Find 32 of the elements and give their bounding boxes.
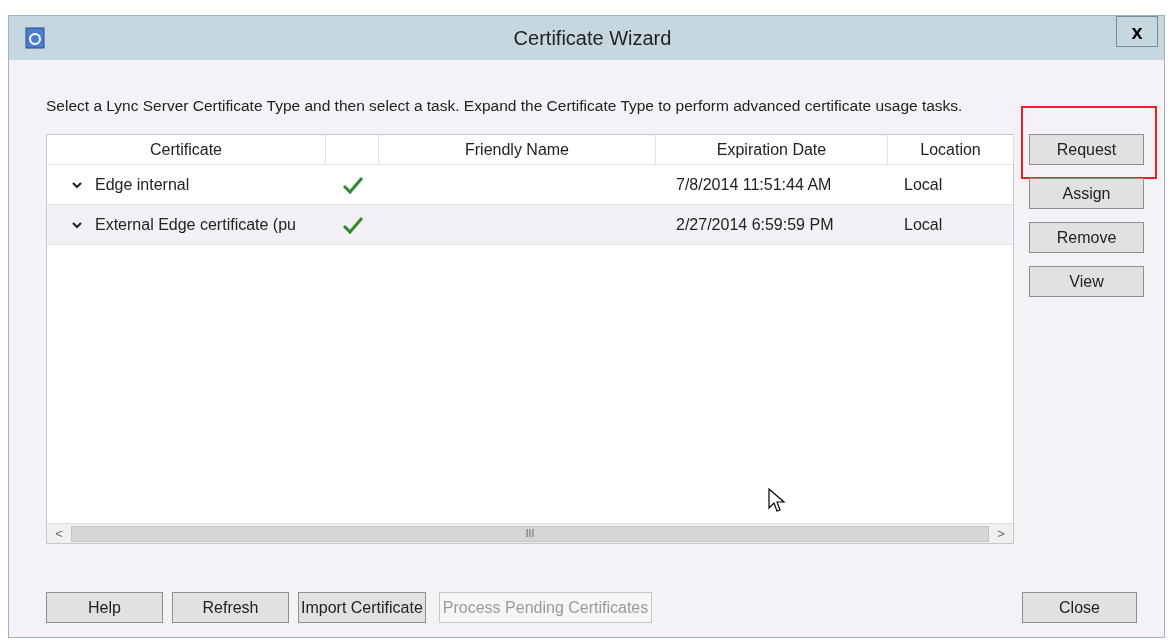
chevron-icon[interactable]: [71, 220, 83, 229]
certificate-row[interactable]: External Edge certificate (pu 2/27/2014 6:59:59 PM Local: [47, 205, 1013, 246]
action-button[interactable]: View: [1029, 266, 1144, 298]
app-icon: [25, 27, 45, 49]
horizontal-scrollbar[interactable]: < III >: [47, 523, 1013, 544]
window-title: Certificate Wizard: [513, 26, 672, 51]
footer-button[interactable]: Help: [46, 592, 163, 623]
certificate-name: Edge internal: [95, 174, 190, 195]
mouse-cursor-icon: [768, 488, 786, 514]
footer-button[interactable]: Import Certificate: [298, 592, 426, 623]
location-text: Local: [904, 215, 943, 233]
action-button[interactable]: Assign: [1029, 178, 1144, 210]
checkmark-icon: [341, 174, 364, 195]
certificate-name: External Edge certificate (pu: [95, 214, 296, 235]
column-header[interactable]: Location: [888, 135, 1014, 165]
close-dialog-button[interactable]: Close: [1022, 592, 1137, 623]
action-button[interactable]: Remove: [1029, 222, 1144, 254]
expiration-date: 7/8/2014 11:51:44 AM: [676, 175, 832, 193]
column-header[interactable]: Friendly Name: [379, 135, 656, 165]
dismiss-button[interactable]: x: [1116, 16, 1158, 47]
action-button[interactable]: Request: [1029, 134, 1144, 166]
column-header[interactable]: Certificate: [47, 135, 326, 165]
instruction-text: Select a Lync Server Certificate Type and then select a task. Expand the Certificate Type to perform advanced certificate usage tasks.: [46, 96, 964, 116]
expiration-date: 2/27/2014 6:59:59 PM: [676, 215, 834, 233]
scroll-left-button[interactable]: <: [47, 524, 71, 544]
location-text: Local: [904, 175, 943, 193]
scroll-thumb[interactable]: III: [71, 525, 989, 542]
column-header[interactable]: Expiration Date: [656, 135, 888, 165]
scroll-right-button[interactable]: >: [989, 524, 1013, 544]
chevron-icon[interactable]: [71, 180, 83, 189]
footer-button[interactable]: Refresh: [172, 592, 289, 623]
checkmark-icon: [341, 214, 364, 235]
